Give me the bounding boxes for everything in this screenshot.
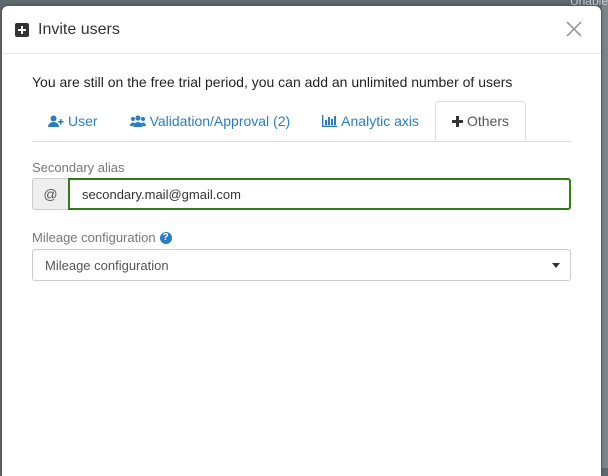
secondary-alias-group: @ — [32, 178, 571, 210]
trial-notice: You are still on the free trial period, … — [32, 74, 513, 90]
plus-square-icon — [15, 22, 29, 37]
mileage-label: Mileage configuration — [32, 230, 156, 245]
bar-chart-icon — [322, 115, 338, 127]
modal-title: Invite users — [38, 20, 120, 38]
mileage-select-value: Mileage configuration — [45, 257, 169, 273]
backdrop — [602, 0, 608, 468]
user-plus-icon — [48, 115, 64, 127]
tab-analytic-axis[interactable]: Analytic axis — [306, 101, 435, 141]
plus-icon — [451, 115, 463, 127]
chevron-down-icon — [552, 263, 560, 268]
tab-validation-label: Validation/Approval (2) — [149, 113, 291, 129]
secondary-alias-label: Secondary alias — [32, 160, 125, 175]
mileage-select[interactable]: Mileage configuration — [32, 249, 571, 281]
tab-others[interactable]: Others — [434, 101, 526, 141]
question-circle-icon[interactable]: ? — [159, 232, 172, 244]
invite-users-modal: Invite users You are still on the free t… — [2, 6, 601, 476]
tab-others-label: Others — [466, 113, 509, 129]
at-addon: @ — [32, 178, 68, 210]
tab-user-label: User — [68, 113, 98, 129]
tab-analytic-label: Analytic axis — [341, 113, 419, 129]
close-icon[interactable] — [565, 20, 583, 38]
secondary-alias-input[interactable] — [68, 178, 571, 210]
tab-user[interactable]: User — [32, 101, 114, 141]
users-icon — [129, 114, 146, 127]
tab-bar: User Validation/Approval (2) Analytic ax… — [32, 101, 571, 142]
tab-validation-approval[interactable]: Validation/Approval (2) — [114, 101, 307, 141]
modal-header: Invite users — [2, 6, 601, 54]
mileage-label-row: Mileage configuration ? — [32, 230, 571, 246]
